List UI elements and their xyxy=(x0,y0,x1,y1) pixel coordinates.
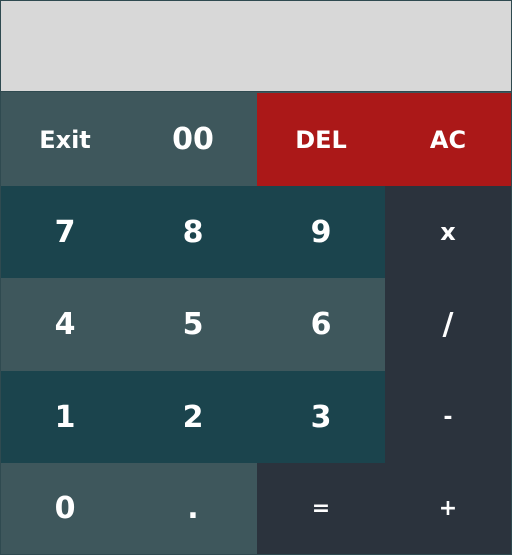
plus-button[interactable]: + xyxy=(385,463,511,554)
digit-3-button[interactable]: 3 xyxy=(257,371,385,463)
display-screen xyxy=(1,1,511,92)
all-clear-button[interactable]: AC xyxy=(385,93,511,186)
multiply-button[interactable]: x xyxy=(385,186,511,278)
digit-9-button[interactable]: 9 xyxy=(257,186,385,278)
digit-0-button[interactable]: 0 xyxy=(1,463,129,554)
digit-7-button[interactable]: 7 xyxy=(1,186,129,278)
equals-button[interactable]: = xyxy=(257,463,385,554)
digit-6-button[interactable]: 6 xyxy=(257,278,385,371)
exit-button[interactable]: Exit xyxy=(1,93,129,186)
calculator: Exit 00 DEL AC 7 8 9 x 4 5 6 / 1 2 3 - 0… xyxy=(0,0,512,555)
digit-5-button[interactable]: 5 xyxy=(129,278,257,371)
delete-button[interactable]: DEL xyxy=(257,93,385,186)
digit-4-button[interactable]: 4 xyxy=(1,278,129,371)
minus-button[interactable]: - xyxy=(385,371,511,463)
divide-button[interactable]: / xyxy=(385,278,511,371)
decimal-point-button[interactable]: . xyxy=(129,463,257,554)
digit-2-button[interactable]: 2 xyxy=(129,371,257,463)
double-zero-button[interactable]: 00 xyxy=(129,93,257,186)
digit-8-button[interactable]: 8 xyxy=(129,186,257,278)
digit-1-button[interactable]: 1 xyxy=(1,371,129,463)
keypad: Exit 00 DEL AC 7 8 9 x 4 5 6 / 1 2 3 - 0… xyxy=(1,93,511,554)
